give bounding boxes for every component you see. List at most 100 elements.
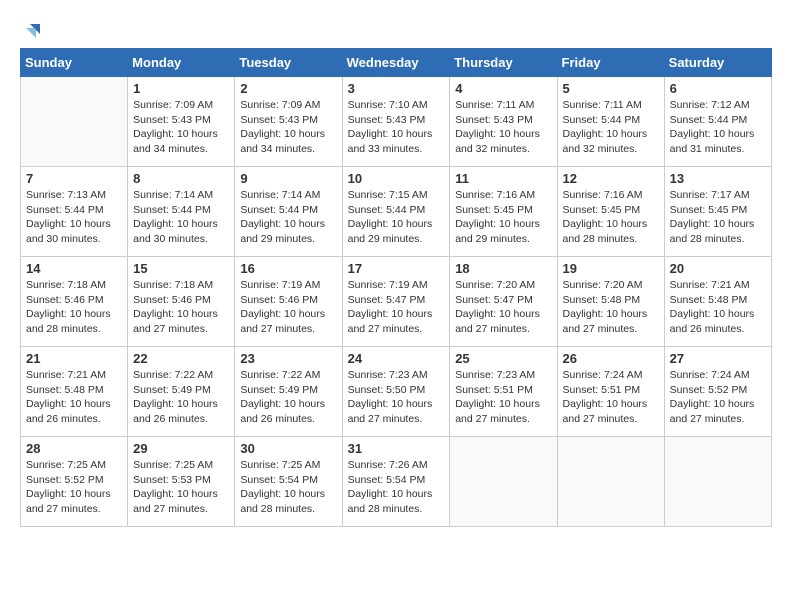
- calendar-cell: 11 Sunrise: 7:16 AMSunset: 5:45 PMDayligh…: [450, 167, 557, 257]
- day-info: Sunrise: 7:22 AMSunset: 5:49 PMDaylight:…: [240, 368, 336, 427]
- day-number: 24: [348, 351, 445, 366]
- day-info: Sunrise: 7:09 AMSunset: 5:43 PMDaylight:…: [240, 98, 336, 157]
- calendar-cell: 6 Sunrise: 7:12 AMSunset: 5:44 PMDaylight…: [664, 77, 771, 167]
- day-info: Sunrise: 7:18 AMSunset: 5:46 PMDaylight:…: [133, 278, 229, 337]
- day-info: Sunrise: 7:12 AMSunset: 5:44 PMDaylight:…: [670, 98, 766, 157]
- day-info: Sunrise: 7:15 AMSunset: 5:44 PMDaylight:…: [348, 188, 445, 247]
- day-number: 31: [348, 441, 445, 456]
- calendar-header-row: SundayMondayTuesdayWednesdayThursdayFrid…: [21, 49, 772, 77]
- calendar-cell: [21, 77, 128, 167]
- calendar-cell: 3 Sunrise: 7:10 AMSunset: 5:43 PMDaylight…: [342, 77, 450, 167]
- calendar-cell: 5Sunrise: 7:11 AMSunset: 5:44 PMDaylight…: [557, 77, 664, 167]
- day-number: 7: [26, 171, 122, 186]
- day-number: 9: [240, 171, 336, 186]
- day-info: Sunrise: 7:11 AMSunset: 5:43 PMDaylight:…: [455, 98, 551, 157]
- day-info: Sunrise: 7:10 AMSunset: 5:43 PMDaylight:…: [348, 98, 445, 157]
- logo: [20, 20, 44, 38]
- column-header-saturday: Saturday: [664, 49, 771, 77]
- calendar-cell: 30 Sunrise: 7:25 AMSunset: 5:54 PMDayligh…: [235, 437, 342, 527]
- day-info: Sunrise: 7:26 AMSunset: 5:54 PMDaylight:…: [348, 458, 445, 517]
- day-number: 1: [133, 81, 229, 96]
- day-number: 23: [240, 351, 336, 366]
- day-number: 26: [563, 351, 659, 366]
- calendar-cell: [557, 437, 664, 527]
- day-number: 5: [563, 81, 659, 96]
- calendar-cell: 4 Sunrise: 7:11 AMSunset: 5:43 PMDaylight…: [450, 77, 557, 167]
- calendar-cell: 16 Sunrise: 7:19 AMSunset: 5:46 PMDayligh…: [235, 257, 342, 347]
- calendar-cell: 2 Sunrise: 7:09 AMSunset: 5:43 PMDaylight…: [235, 77, 342, 167]
- day-info: Sunrise: 7:20 AMSunset: 5:48 PMDaylight:…: [563, 278, 659, 337]
- day-number: 28: [26, 441, 122, 456]
- day-info: Sunrise: 7:18 AMSunset: 5:46 PMDaylight:…: [26, 278, 122, 337]
- day-info: Sunrise: 7:24 AMSunset: 5:51 PMDaylight:…: [563, 368, 659, 427]
- day-number: 17: [348, 261, 445, 276]
- day-info: Sunrise: 7:13 AMSunset: 5:44 PMDaylight:…: [26, 188, 122, 247]
- calendar: SundayMondayTuesdayWednesdayThursdayFrid…: [20, 48, 772, 527]
- calendar-week-row: 28 Sunrise: 7:25 AMSunset: 5:52 PMDayligh…: [21, 437, 772, 527]
- day-number: 12: [563, 171, 659, 186]
- calendar-cell: 18Sunrise: 7:20 AMSunset: 5:47 PMDayligh…: [450, 257, 557, 347]
- column-header-friday: Friday: [557, 49, 664, 77]
- calendar-week-row: 1 Sunrise: 7:09 AMSunset: 5:43 PMDaylight…: [21, 77, 772, 167]
- calendar-cell: 19 Sunrise: 7:20 AMSunset: 5:48 PMDayligh…: [557, 257, 664, 347]
- day-info: Sunrise: 7:14 AMSunset: 5:44 PMDaylight:…: [240, 188, 336, 247]
- column-header-monday: Monday: [128, 49, 235, 77]
- day-info: Sunrise: 7:25 AMSunset: 5:54 PMDaylight:…: [240, 458, 336, 517]
- day-number: 11: [455, 171, 551, 186]
- day-info: Sunrise: 7:22 AMSunset: 5:49 PMDaylight:…: [133, 368, 229, 427]
- calendar-cell: 10 Sunrise: 7:15 AMSunset: 5:44 PMDayligh…: [342, 167, 450, 257]
- calendar-cell: 14Sunrise: 7:18 AMSunset: 5:46 PMDayligh…: [21, 257, 128, 347]
- day-info: Sunrise: 7:25 AMSunset: 5:52 PMDaylight:…: [26, 458, 122, 517]
- day-info: Sunrise: 7:19 AMSunset: 5:47 PMDaylight:…: [348, 278, 445, 337]
- day-info: Sunrise: 7:16 AMSunset: 5:45 PMDaylight:…: [563, 188, 659, 247]
- day-number: 8: [133, 171, 229, 186]
- day-number: 16: [240, 261, 336, 276]
- day-number: 15: [133, 261, 229, 276]
- day-number: 22: [133, 351, 229, 366]
- calendar-cell: 27Sunrise: 7:24 AMSunset: 5:52 PMDayligh…: [664, 347, 771, 437]
- day-info: Sunrise: 7:09 AMSunset: 5:43 PMDaylight:…: [133, 98, 229, 157]
- day-number: 10: [348, 171, 445, 186]
- day-info: Sunrise: 7:19 AMSunset: 5:46 PMDaylight:…: [240, 278, 336, 337]
- day-number: 3: [348, 81, 445, 96]
- page-header: [20, 20, 772, 38]
- day-number: 25: [455, 351, 551, 366]
- day-number: 29: [133, 441, 229, 456]
- column-header-thursday: Thursday: [450, 49, 557, 77]
- day-number: 21: [26, 351, 122, 366]
- column-header-wednesday: Wednesday: [342, 49, 450, 77]
- calendar-cell: 20 Sunrise: 7:21 AMSunset: 5:48 PMDayligh…: [664, 257, 771, 347]
- day-info: Sunrise: 7:24 AMSunset: 5:52 PMDaylight:…: [670, 368, 766, 427]
- calendar-cell: 28 Sunrise: 7:25 AMSunset: 5:52 PMDayligh…: [21, 437, 128, 527]
- calendar-cell: 21Sunrise: 7:21 AMSunset: 5:48 PMDayligh…: [21, 347, 128, 437]
- calendar-cell: 13Sunrise: 7:17 AMSunset: 5:45 PMDayligh…: [664, 167, 771, 257]
- calendar-cell: 29Sunrise: 7:25 AMSunset: 5:53 PMDayligh…: [128, 437, 235, 527]
- calendar-week-row: 7 Sunrise: 7:13 AMSunset: 5:44 PMDaylight…: [21, 167, 772, 257]
- day-number: 4: [455, 81, 551, 96]
- calendar-week-row: 14Sunrise: 7:18 AMSunset: 5:46 PMDayligh…: [21, 257, 772, 347]
- calendar-cell: 24 Sunrise: 7:23 AMSunset: 5:50 PMDayligh…: [342, 347, 450, 437]
- day-number: 30: [240, 441, 336, 456]
- calendar-week-row: 21Sunrise: 7:21 AMSunset: 5:48 PMDayligh…: [21, 347, 772, 437]
- calendar-cell: [450, 437, 557, 527]
- day-info: Sunrise: 7:16 AMSunset: 5:45 PMDaylight:…: [455, 188, 551, 247]
- calendar-cell: 22 Sunrise: 7:22 AMSunset: 5:49 PMDayligh…: [128, 347, 235, 437]
- day-number: 20: [670, 261, 766, 276]
- calendar-cell: 8 Sunrise: 7:14 AMSunset: 5:44 PMDaylight…: [128, 167, 235, 257]
- calendar-cell: 26 Sunrise: 7:24 AMSunset: 5:51 PMDayligh…: [557, 347, 664, 437]
- day-info: Sunrise: 7:21 AMSunset: 5:48 PMDaylight:…: [670, 278, 766, 337]
- column-header-sunday: Sunday: [21, 49, 128, 77]
- day-info: Sunrise: 7:14 AMSunset: 5:44 PMDaylight:…: [133, 188, 229, 247]
- calendar-cell: 15 Sunrise: 7:18 AMSunset: 5:46 PMDayligh…: [128, 257, 235, 347]
- day-info: Sunrise: 7:23 AMSunset: 5:50 PMDaylight:…: [348, 368, 445, 427]
- day-number: 2: [240, 81, 336, 96]
- day-number: 19: [563, 261, 659, 276]
- calendar-cell: 17 Sunrise: 7:19 AMSunset: 5:47 PMDayligh…: [342, 257, 450, 347]
- column-header-tuesday: Tuesday: [235, 49, 342, 77]
- calendar-cell: 12 Sunrise: 7:16 AMSunset: 5:45 PMDayligh…: [557, 167, 664, 257]
- logo-icon: [22, 20, 44, 42]
- calendar-cell: 23 Sunrise: 7:22 AMSunset: 5:49 PMDayligh…: [235, 347, 342, 437]
- calendar-cell: 9 Sunrise: 7:14 AMSunset: 5:44 PMDaylight…: [235, 167, 342, 257]
- day-number: 6: [670, 81, 766, 96]
- day-info: Sunrise: 7:17 AMSunset: 5:45 PMDaylight:…: [670, 188, 766, 247]
